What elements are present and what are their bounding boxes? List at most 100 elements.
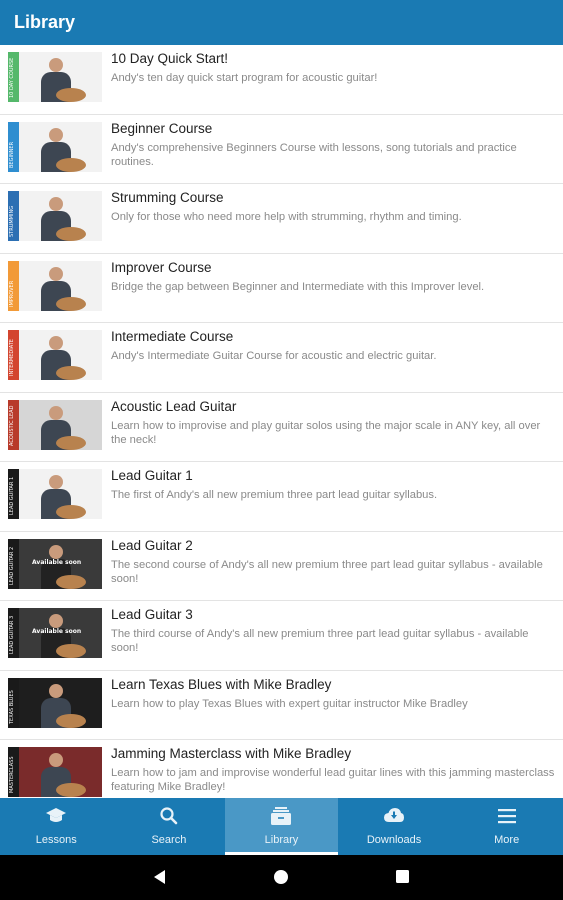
course-description: Learn how to play Texas Blues with exper… xyxy=(111,697,468,710)
menu-icon xyxy=(496,806,518,826)
course-row[interactable]: INTERMEDIATE Intermediate Course Andy's In… xyxy=(0,323,563,393)
course-color-strip: INTERMEDIATE xyxy=(8,330,19,380)
course-description: Learn how to jam and improvise wonderful… xyxy=(111,767,555,793)
search-icon xyxy=(158,806,180,826)
instructor-image xyxy=(36,753,86,797)
course-strip-label: BEGINNER xyxy=(9,141,15,168)
course-title: Strumming Course xyxy=(111,190,224,205)
course-row[interactable]: BEGINNER Beginner Course Andy's comprehens… xyxy=(0,115,563,184)
course-thumbnail: STRUMMING xyxy=(8,191,102,241)
course-row[interactable]: IMPROVER Improver Course Bridge the gap be… xyxy=(0,254,563,323)
course-row[interactable]: LEAD GUITAR 2 Available soon Lead Guitar 2… xyxy=(0,532,563,601)
course-thumbnail: INTERMEDIATE xyxy=(8,330,102,380)
course-description: The second course of Andy's all new prem… xyxy=(111,558,543,585)
instructor-image xyxy=(36,544,86,589)
course-row[interactable]: MASTERCLASS Jamming Masterclass with Mike… xyxy=(0,740,563,798)
instructor-image xyxy=(36,614,86,658)
home-icon[interactable] xyxy=(273,869,289,885)
course-title: Jamming Masterclass with Mike Bradley xyxy=(111,746,352,761)
system-navigation-bar xyxy=(0,855,563,900)
course-color-strip: LEAD GUITAR 1 xyxy=(8,469,19,519)
tab-library[interactable]: Library xyxy=(225,798,338,855)
app-bar: Library xyxy=(0,0,563,45)
tab-label: More xyxy=(494,834,520,846)
course-title: Lead Guitar 2 xyxy=(111,537,193,553)
course-title: Learn Texas Blues with Mike Bradley xyxy=(111,676,332,692)
course-title: Improver Course xyxy=(111,259,212,275)
tab-label: Lessons xyxy=(35,834,77,846)
tab-label: Downloads xyxy=(366,834,422,846)
available-soon-label: Available soon xyxy=(32,558,82,566)
graduation-cap-icon xyxy=(45,806,67,826)
course-strip-label: INTERMEDIATE xyxy=(9,339,15,376)
course-description: Learn how to improvise and play guitar s… xyxy=(111,419,541,446)
course-title: Acoustic Lead Guitar xyxy=(111,398,237,414)
course-list[interactable]: 10 DAY COURSE 10 Day Quick Start! Andy's t… xyxy=(0,45,563,798)
course-strip-label: LEAD GUITAR 2 xyxy=(9,546,15,585)
course-title: Beginner Course xyxy=(111,120,213,136)
available-soon-label: Available soon xyxy=(32,628,82,635)
course-description: Andy's ten day quick start program for a… xyxy=(111,72,378,84)
bottom-navigation: Lessons Search Library Downloads More xyxy=(0,798,563,855)
tab-downloads[interactable]: Downloads xyxy=(338,798,451,855)
tab-label: Search xyxy=(151,834,187,846)
course-row[interactable]: LEAD GUITAR 1 Lead Guitar 1 The first of A… xyxy=(0,462,563,532)
instructor-image xyxy=(36,405,86,450)
course-title: Intermediate Course xyxy=(111,329,234,344)
cloud-download-icon xyxy=(383,806,405,826)
tab-more[interactable]: More xyxy=(450,798,563,855)
course-color-strip: LEAD GUITAR 2 xyxy=(8,538,19,589)
course-row[interactable]: ACOUSTIC LEAD Acoustic Lead Guitar Learn h… xyxy=(0,393,563,462)
course-row[interactable]: STRUMMING Strumming Course Only for those … xyxy=(0,184,563,254)
instructor-image xyxy=(36,127,86,172)
course-color-strip: STRUMMING xyxy=(8,191,19,241)
course-thumbnail: IMPROVER xyxy=(8,260,102,311)
course-thumbnail: TEXAS BLUES xyxy=(8,677,102,728)
course-description: Andy's comprehensive Beginners Course wi… xyxy=(111,141,517,168)
course-thumbnail: LEAD GUITAR 2 Available soon xyxy=(8,538,102,589)
course-color-strip: ACOUSTIC LEAD xyxy=(8,399,19,450)
course-row[interactable]: 10 DAY COURSE 10 Day Quick Start! Andy's t… xyxy=(0,45,563,115)
course-color-strip: LEAD GUITAR 3 xyxy=(8,608,19,658)
instructor-image xyxy=(36,475,86,519)
tab-lessons[interactable]: Lessons xyxy=(0,798,113,855)
course-color-strip: 10 DAY COURSE xyxy=(8,52,19,102)
instructor-image xyxy=(36,683,86,728)
course-strip-label: IMPROVER xyxy=(9,280,15,307)
course-row[interactable]: TEXAS BLUES Learn Texas Blues with Mike B… xyxy=(0,671,563,740)
library-icon xyxy=(270,806,292,826)
course-thumbnail: LEAD GUITAR 3 Available soon xyxy=(8,608,102,658)
instructor-image xyxy=(36,266,86,311)
page-title: Library xyxy=(14,12,76,32)
course-strip-label: TEXAS BLUES xyxy=(9,689,15,724)
course-thumbnail: LEAD GUITAR 1 xyxy=(8,469,102,519)
course-strip-label: LEAD GUITAR 3 xyxy=(9,615,15,654)
course-description: The third course of Andy's all new premi… xyxy=(111,628,529,654)
recents-icon[interactable] xyxy=(395,869,410,884)
tab-label: Library xyxy=(264,834,299,846)
course-title: Lead Guitar 1 xyxy=(111,468,193,483)
course-color-strip: IMPROVER xyxy=(8,260,19,311)
course-thumbnail: ACOUSTIC LEAD xyxy=(8,399,102,450)
instructor-image xyxy=(36,197,86,241)
course-strip-label: MASTERCLASS xyxy=(9,756,15,793)
course-description: Only for those who need more help with s… xyxy=(111,211,462,223)
course-strip-label: STRUMMING xyxy=(9,205,15,237)
course-description: Bridge the gap between Beginner and Inte… xyxy=(111,280,485,293)
course-strip-label: 10 DAY COURSE xyxy=(9,57,15,98)
tab-search[interactable]: Search xyxy=(113,798,226,855)
instructor-image xyxy=(36,58,86,102)
course-description: The first of Andy's all new premium thre… xyxy=(111,489,438,501)
course-color-strip: TEXAS BLUES xyxy=(8,677,19,728)
course-strip-label: ACOUSTIC LEAD xyxy=(9,405,15,446)
course-title: 10 Day Quick Start! xyxy=(111,51,229,66)
course-color-strip: MASTERCLASS xyxy=(8,747,19,797)
course-color-strip: BEGINNER xyxy=(8,121,19,172)
instructor-image xyxy=(36,336,86,380)
course-thumbnail: MASTERCLASS xyxy=(8,747,102,797)
course-title: Lead Guitar 3 xyxy=(111,607,193,622)
course-row[interactable]: LEAD GUITAR 3 Available soon Lead Guitar 3… xyxy=(0,601,563,671)
course-description: Andy's Intermediate Guitar Course for ac… xyxy=(111,350,437,362)
course-strip-label: LEAD GUITAR 1 xyxy=(9,476,15,515)
back-icon[interactable] xyxy=(152,869,168,885)
